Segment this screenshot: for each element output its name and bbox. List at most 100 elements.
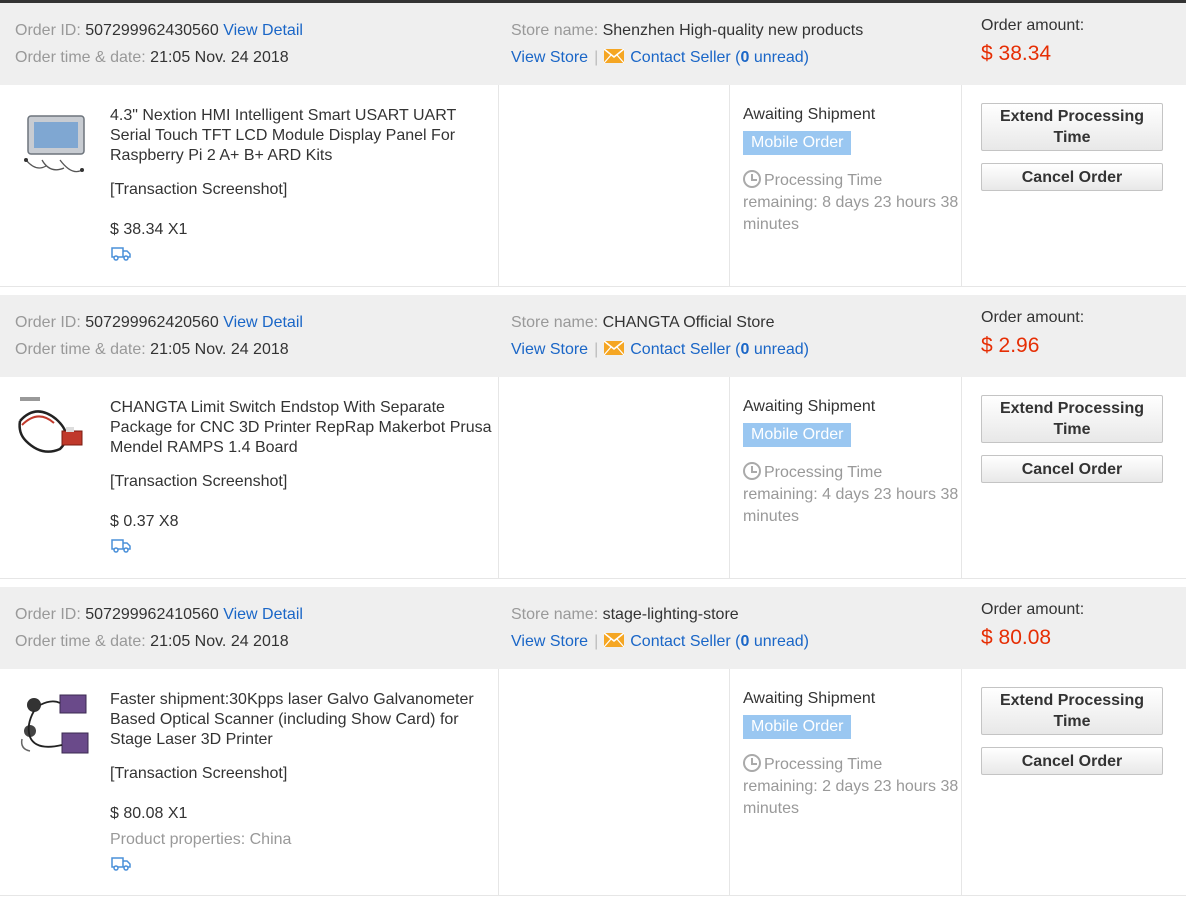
view-store-link[interactable]: View Store [511,49,588,66]
product-title[interactable]: 4.3" Nextion HMI Intelligent Smart USART… [110,106,495,166]
order-body: CHANGTA Limit Switch Endstop With Separa… [0,377,1186,579]
cancel-order-button[interactable]: Cancel Order [981,163,1163,191]
order-id: 507299962430560 [85,22,219,39]
order-id-label: Order ID: [15,314,81,331]
order-amount-block: Order amount: $ 38.34 [981,15,1084,71]
order-card: Order ID: 507299962420560 View Detail Or… [0,295,1186,579]
mobile-order-badge: Mobile Order [743,715,852,739]
order-amount: $ 2.96 [981,334,1040,357]
store-name: stage-lighting-store [602,606,739,623]
column-divider [961,669,962,895]
cancel-order-button[interactable]: Cancel Order [981,747,1163,775]
column-divider [498,85,499,286]
order-id-label: Order ID: [15,606,81,623]
store-info: Store name: Shenzhen High-quality new pr… [511,17,863,71]
unread-suffix: unread) [749,633,809,650]
order-time-label: Order time & date: [15,341,146,358]
column-divider [961,377,962,578]
mobile-order-badge: Mobile Order [743,131,852,155]
mobile-order-badge: Mobile Order [743,423,852,447]
truck-icon [111,857,131,871]
unread-suffix: unread) [749,49,809,66]
mail-icon [604,633,625,647]
order-header: Order ID: 507299962410560 View Detail Or… [0,587,1186,669]
separator: | [594,49,599,66]
order-amount-block: Order amount: $ 80.08 [981,599,1084,655]
clock-icon [743,170,761,188]
column-divider [729,377,730,578]
store-name: CHANGTA Official Store [602,314,775,331]
store-name-label: Store name: [511,606,599,623]
order-status: Awaiting Shipment [743,398,876,415]
order-amount-label: Order amount: [981,601,1085,618]
mail-icon [604,49,625,63]
order-id: 507299962420560 [85,314,219,331]
store-info: Store name: stage-lighting-store View St… [511,601,809,655]
price-quantity: $ 80.08 X1 [110,805,188,822]
contact-seller-label: Contact Seller ( [630,49,741,66]
limit-switch-endstop-icon[interactable] [16,395,92,467]
column-divider [961,85,962,286]
clock-icon [743,754,761,772]
column-divider [729,669,730,895]
extend-processing-time-button[interactable]: Extend Processing Time [981,687,1163,735]
contact-seller-label: Contact Seller ( [630,633,741,650]
order-amount-block: Order amount: $ 2.96 [981,307,1084,363]
order-amount: $ 38.34 [981,42,1052,65]
extend-processing-time-button[interactable]: Extend Processing Time [981,103,1163,151]
processing-time-remaining: Processing Time remaining: 2 days 23 hou… [743,754,961,820]
order-header: Order ID: 507299962430560 View Detail Or… [0,3,1186,85]
transaction-screenshot-link[interactable]: [Transaction Screenshot] [110,764,287,784]
order-time-label: Order time & date: [15,49,146,66]
store-name-label: Store name: [511,314,599,331]
product-title[interactable]: Faster shipment:30Kpps laser Galvo Galva… [110,690,495,750]
order-status: Awaiting Shipment [743,690,876,707]
view-detail-link[interactable]: View Detail [223,22,303,39]
order-time: 21:05 Nov. 24 2018 [150,49,289,66]
view-store-link[interactable]: View Store [511,341,588,358]
processing-time-text: Processing Time remaining: 4 days 23 hou… [743,464,959,525]
extend-processing-time-button[interactable]: Extend Processing Time [981,395,1163,443]
truck-icon [111,247,131,261]
order-body: 4.3" Nextion HMI Intelligent Smart USART… [0,85,1186,287]
order-header: Order ID: 507299962420560 View Detail Or… [0,295,1186,377]
transaction-screenshot-link[interactable]: [Transaction Screenshot] [110,472,287,492]
product-title[interactable]: CHANGTA Limit Switch Endstop With Separa… [110,398,495,458]
galvo-scanner-icon[interactable] [16,689,92,761]
price-quantity: $ 38.34 X1 [110,221,188,238]
separator: | [594,341,599,358]
truck-icon [111,539,131,553]
product-properties: Product properties: China [110,831,292,848]
contact-seller-label: Contact Seller ( [630,341,741,358]
order-time: 21:05 Nov. 24 2018 [150,633,289,650]
view-store-link[interactable]: View Store [511,633,588,650]
processing-time-remaining: Processing Time remaining: 8 days 23 hou… [743,170,961,236]
view-detail-link[interactable]: View Detail [223,606,303,623]
order-meta: Order ID: 507299962430560 View Detail Or… [15,17,303,71]
processing-time-remaining: Processing Time remaining: 4 days 23 hou… [743,462,961,528]
lcd-display-module-icon[interactable] [16,110,92,182]
store-name: Shenzhen High-quality new products [602,22,864,39]
separator: | [594,633,599,650]
order-amount: $ 80.08 [981,626,1052,649]
column-divider [498,669,499,895]
column-divider [729,85,730,286]
order-card: Order ID: 507299962430560 View Detail Or… [0,3,1186,287]
order-id-label: Order ID: [15,22,81,39]
order-amount-label: Order amount: [981,309,1085,326]
order-amount-label: Order amount: [981,17,1085,34]
order-meta: Order ID: 507299962420560 View Detail Or… [15,309,303,363]
cancel-order-button[interactable]: Cancel Order [981,455,1163,483]
order-id: 507299962410560 [85,606,219,623]
mail-icon [604,341,625,355]
transaction-screenshot-link[interactable]: [Transaction Screenshot] [110,180,287,200]
contact-seller-link[interactable]: Contact Seller (0 unread) [630,49,809,66]
processing-time-text: Processing Time remaining: 2 days 23 hou… [743,756,959,817]
clock-icon [743,462,761,480]
view-detail-link[interactable]: View Detail [223,314,303,331]
column-divider [498,377,499,578]
store-name-label: Store name: [511,22,599,39]
contact-seller-link[interactable]: Contact Seller (0 unread) [630,633,809,650]
contact-seller-link[interactable]: Contact Seller (0 unread) [630,341,809,358]
order-time: 21:05 Nov. 24 2018 [150,341,289,358]
